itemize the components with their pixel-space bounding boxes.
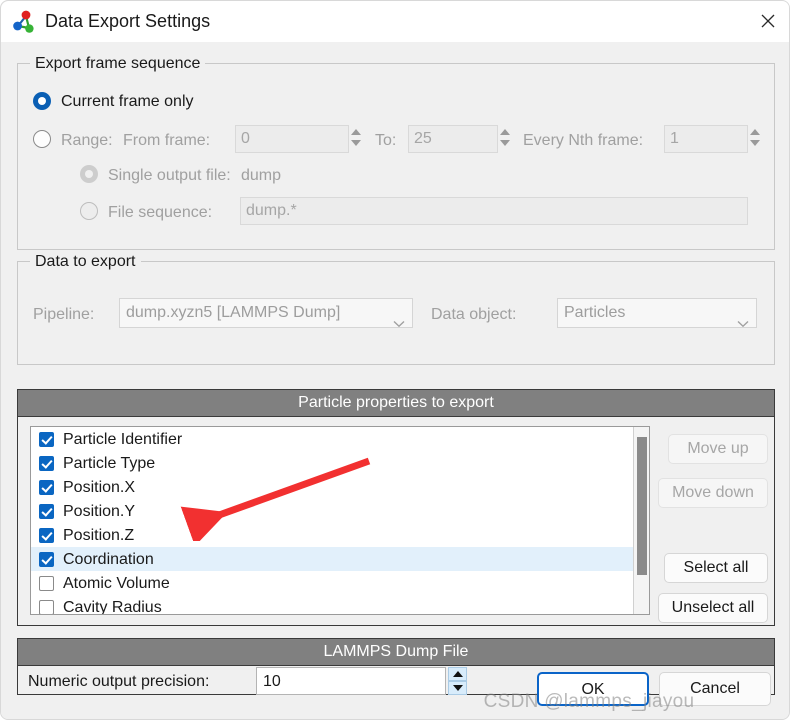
label-single-output-file: Single output file: <box>108 167 231 184</box>
label-to: To: <box>375 132 397 149</box>
precision-spinner-up[interactable] <box>448 667 467 681</box>
checkbox-icon[interactable] <box>39 431 54 447</box>
list-scrollbar[interactable] <box>633 427 649 614</box>
from-frame-input[interactable]: 0 <box>235 125 349 153</box>
label-current-frame-only: Current frame only <box>61 93 194 110</box>
checkbox-icon[interactable] <box>39 503 54 519</box>
data-export-settings-dialog: Data Export Settings Export frame sequen… <box>0 0 790 720</box>
list-item-label: Position.Y <box>63 502 136 520</box>
unselect-all-button[interactable]: Unselect all <box>658 593 768 623</box>
list-item-label: Atomic Volume <box>63 574 170 592</box>
data-object-combobox[interactable]: Particles <box>557 298 757 328</box>
numeric-output-precision-input[interactable]: 10 <box>256 667 446 695</box>
particle-properties-panel: Particle properties to export Particle I… <box>17 389 775 626</box>
list-item-label: Particle Identifier <box>63 430 183 448</box>
ovito-molecule-icon <box>12 9 38 35</box>
particle-properties-list[interactable]: Particle Identifier Particle Type Position… <box>30 426 650 615</box>
list-item[interactable]: Coordination <box>31 547 633 571</box>
radio-range[interactable] <box>33 130 51 148</box>
label-numeric-output-precision: Numeric output precision: <box>28 673 210 690</box>
checkbox-icon[interactable] <box>39 599 54 614</box>
group-title-frames: Export frame sequence <box>30 54 206 73</box>
list-item-label: Cavity Radius <box>63 598 162 615</box>
select-all-button[interactable]: Select all <box>664 553 768 583</box>
to-frame-input[interactable]: 25 <box>408 125 498 153</box>
checkbox-icon[interactable] <box>39 575 54 591</box>
pipeline-combobox[interactable]: dump.xyzn5 [LAMMPS Dump] <box>119 298 413 328</box>
every-nth-frame-spinner[interactable] <box>748 125 765 153</box>
checkbox-icon[interactable] <box>39 455 54 471</box>
scrollbar-thumb[interactable] <box>637 437 647 575</box>
checkbox-icon[interactable] <box>39 551 54 567</box>
chevron-down-icon <box>393 310 405 327</box>
move-down-button[interactable]: Move down <box>658 478 768 508</box>
group-title-data: Data to export <box>30 252 141 271</box>
export-frame-sequence-group: Export frame sequence Current frame only… <box>17 54 775 250</box>
label-data-object: Data object: <box>431 306 517 323</box>
label-every-nth-frame: Every Nth frame: <box>523 132 644 149</box>
label-file-sequence: File sequence: <box>108 204 213 221</box>
data-object-value: Particles <box>564 304 626 321</box>
from-frame-spinner[interactable] <box>349 125 366 153</box>
radio-single-output-file[interactable] <box>80 165 98 183</box>
label-from-frame: From frame: <box>123 132 211 149</box>
checkbox-icon[interactable] <box>39 527 54 543</box>
list-item-label: Position.Z <box>63 526 135 544</box>
lammps-dump-file-header: LAMMPS Dump File <box>18 639 774 666</box>
list-item[interactable]: Particle Identifier <box>31 427 633 451</box>
dialog-body: Export frame sequence Current frame only… <box>1 42 789 719</box>
watermark-text: CSDN @lammps_jiayou <box>483 691 695 712</box>
every-nth-frame-input[interactable]: 1 <box>664 125 748 153</box>
list-item[interactable]: Position.Y <box>31 499 633 523</box>
close-icon[interactable] <box>744 1 789 41</box>
single-output-file-value: dump <box>241 167 282 184</box>
pipeline-value: dump.xyzn5 [LAMMPS Dump] <box>126 304 341 321</box>
label-range: Range: <box>61 132 113 149</box>
list-item[interactable]: Position.X <box>31 475 633 499</box>
file-sequence-input[interactable]: dump.* <box>240 197 748 225</box>
label-pipeline: Pipeline: <box>33 306 95 323</box>
list-item[interactable]: Position.Z <box>31 523 633 547</box>
list-item-label: Coordination <box>63 550 154 568</box>
window-title: Data Export Settings <box>45 11 211 31</box>
list-item[interactable]: Atomic Volume <box>31 571 633 595</box>
to-frame-spinner[interactable] <box>498 125 515 153</box>
checkbox-icon[interactable] <box>39 479 54 495</box>
radio-current-frame-only[interactable] <box>33 92 51 110</box>
list-item-label: Position.X <box>63 478 136 496</box>
move-up-button[interactable]: Move up <box>668 434 768 464</box>
chevron-down-icon <box>737 310 749 327</box>
radio-file-sequence[interactable] <box>80 202 98 220</box>
list-item[interactable]: Cavity Radius <box>31 595 633 615</box>
list-item[interactable]: Particle Type <box>31 451 633 475</box>
precision-spinner-down[interactable] <box>448 681 467 695</box>
titlebar: Data Export Settings <box>1 1 789 42</box>
data-to-export-group: Data to export Pipeline: dump.xyzn5 [LAM… <box>17 252 775 365</box>
particle-properties-header: Particle properties to export <box>18 390 774 417</box>
list-item-label: Particle Type <box>63 454 156 472</box>
